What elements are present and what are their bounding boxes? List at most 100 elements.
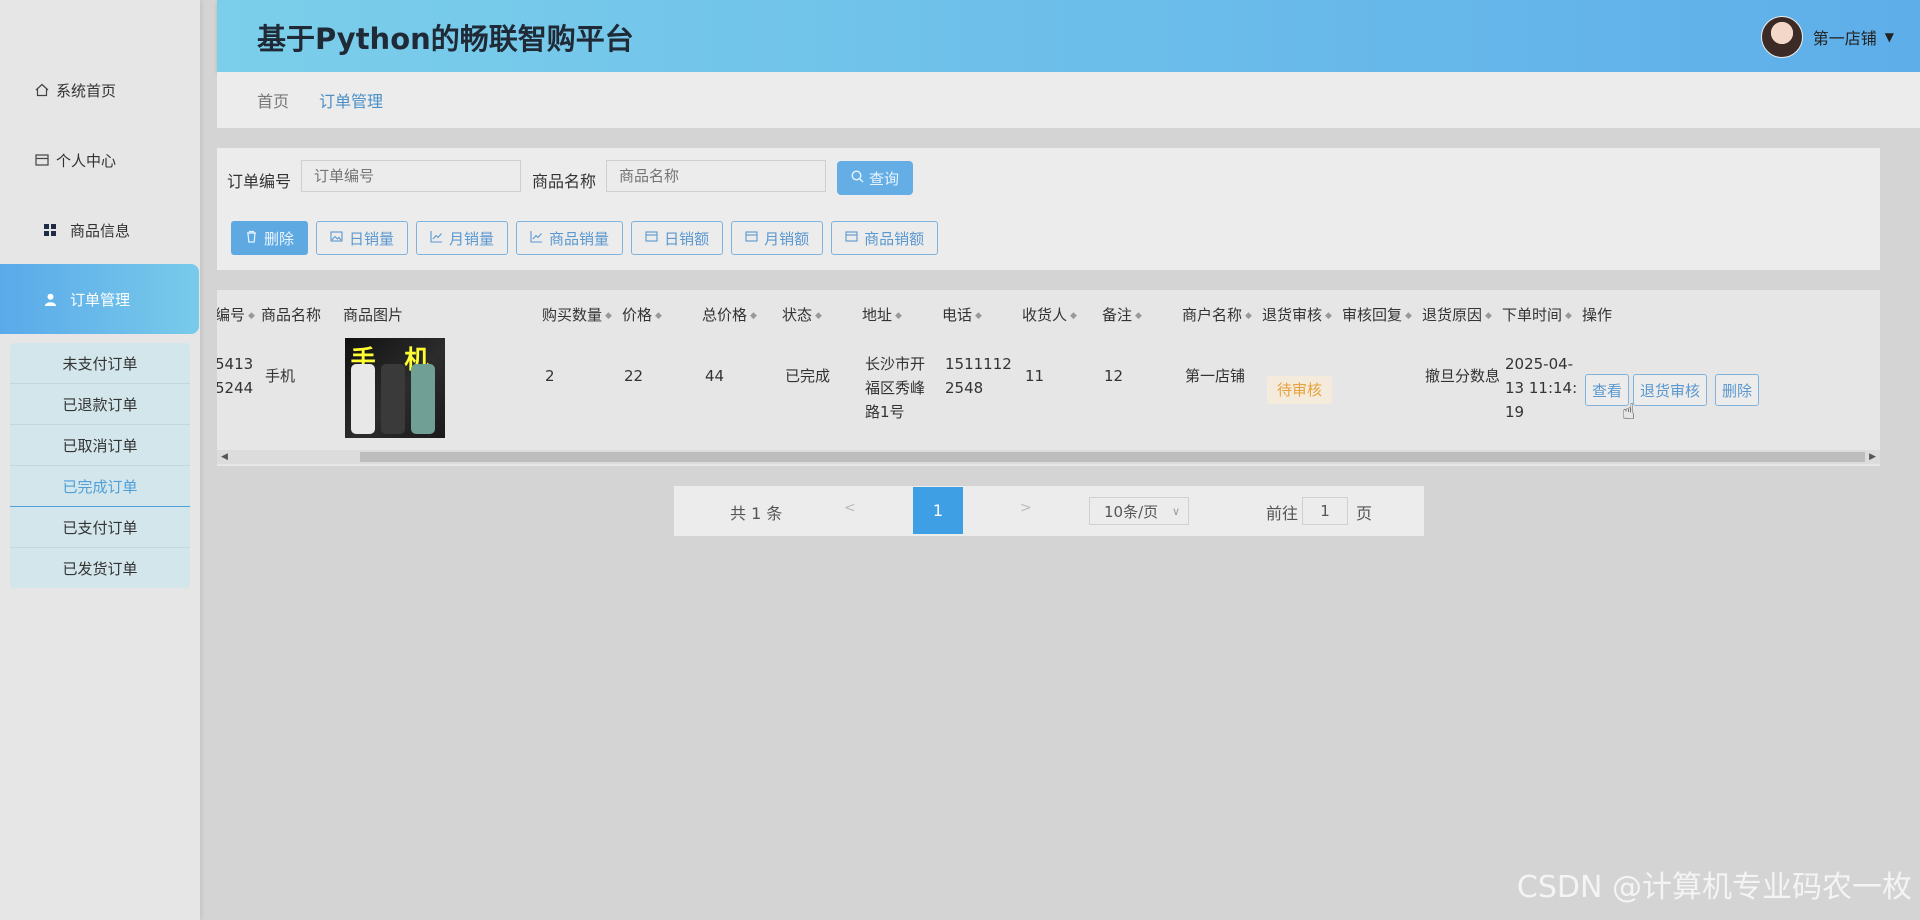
- col-header-total[interactable]: 总价格 ◆: [702, 304, 757, 325]
- sort-icon[interactable]: ◆: [895, 311, 902, 321]
- monthly-revenue-label: 月销额: [764, 229, 810, 248]
- trash-icon: [245, 230, 258, 247]
- user-name: 第一店铺: [1812, 29, 1877, 48]
- page-1-button[interactable]: 1: [913, 487, 963, 534]
- daily-sales-qty-label: 日销量: [349, 229, 395, 248]
- col-header-receiver[interactable]: 收货人 ◆: [1022, 304, 1077, 325]
- monthly-revenue-button[interactable]: 月销额: [731, 221, 824, 255]
- sidebar-item-label: 商品信息: [70, 221, 131, 240]
- product-name-input[interactable]: [606, 160, 826, 192]
- cell-total: 44: [705, 367, 725, 385]
- col-header-status[interactable]: 状态 ◆: [782, 304, 822, 325]
- goto-page-input[interactable]: 1: [1302, 497, 1348, 525]
- goto-label: 前往: [1266, 504, 1299, 523]
- sort-icon[interactable]: ◆: [750, 311, 757, 321]
- col-header-price[interactable]: 价格 ◆: [622, 304, 662, 325]
- col-header-product-name[interactable]: 商品名称: [261, 304, 321, 325]
- submenu-unpaid[interactable]: 未支付订单: [10, 343, 190, 384]
- order-no-label: 订单编号: [227, 172, 292, 191]
- cell-order-no: 5413 5244: [217, 355, 254, 397]
- sidebar-item-label: 系统首页: [56, 81, 117, 100]
- sort-icon[interactable]: ◆: [655, 311, 662, 321]
- app-title: 基于Python的畅联智购平台: [257, 22, 634, 56]
- sort-icon[interactable]: ◆: [1325, 311, 1332, 321]
- return-review-button[interactable]: 退货审核: [1633, 374, 1708, 406]
- line-chart-icon: [530, 230, 543, 247]
- profile-card-icon: [34, 152, 50, 168]
- query-label: 查询: [868, 169, 899, 188]
- sidebar-item-orders[interactable]: 订单管理: [0, 264, 199, 334]
- product-sales-qty-label: 商品销量: [549, 229, 610, 248]
- page-size-value: 10条/页: [1104, 502, 1159, 521]
- user-icon: [42, 291, 58, 307]
- chevron-down-icon: ∨: [1171, 504, 1180, 518]
- phone-shape: [381, 364, 405, 434]
- prev-page-icon[interactable]: <: [844, 500, 856, 516]
- line-chart-icon: [430, 230, 443, 247]
- sidebar-item-home[interactable]: 系统首页: [0, 55, 200, 125]
- sidebar-item-profile[interactable]: 个人中心: [0, 125, 200, 195]
- pagination-total: 共 1 条: [730, 504, 783, 523]
- cell-price: 22: [624, 367, 644, 385]
- daily-sales-qty-button[interactable]: 日销量: [316, 221, 409, 255]
- picture-icon: [330, 230, 343, 247]
- page-size-select[interactable]: 10条/页 ∨: [1089, 497, 1189, 525]
- horizontal-scrollbar[interactable]: ◀ ▶: [217, 450, 1880, 464]
- product-revenue-label: 商品销额: [864, 229, 925, 248]
- col-header-order-time[interactable]: 下单时间 ◆: [1502, 304, 1572, 325]
- product-name-label: 商品名称: [532, 172, 597, 191]
- phone-shape: [411, 364, 435, 434]
- col-header-return-reason[interactable]: 退货原因 ◆: [1422, 304, 1492, 325]
- wallet-icon: [645, 230, 658, 247]
- scroll-left-icon[interactable]: ◀: [221, 450, 228, 464]
- breadcrumb-current: 订单管理: [319, 92, 384, 111]
- sort-icon[interactable]: ◆: [605, 311, 612, 321]
- scroll-right-icon[interactable]: ▶: [1869, 450, 1876, 464]
- submenu-paid[interactable]: 已支付订单: [10, 507, 190, 548]
- sort-icon[interactable]: ◆: [1565, 311, 1572, 321]
- cell-product-name: 手机: [265, 367, 296, 385]
- col-header-review-reply[interactable]: 审核回复 ◆: [1342, 304, 1412, 325]
- sort-icon[interactable]: ◆: [815, 311, 822, 321]
- product-sales-qty-button[interactable]: 商品销量: [516, 221, 624, 255]
- product-revenue-button[interactable]: 商品销额: [831, 221, 939, 255]
- col-header-merchant[interactable]: 商户名称 ◆: [1182, 304, 1252, 325]
- cell-address: 长沙市开 福区秀峰 路1号: [865, 355, 926, 421]
- sidebar-item-label: 订单管理: [70, 290, 131, 309]
- daily-revenue-button[interactable]: 日销额: [631, 221, 724, 255]
- submenu-cancelled[interactable]: 已取消订单: [10, 425, 190, 466]
- col-header-note[interactable]: 备注 ◆: [1102, 304, 1142, 325]
- sort-icon[interactable]: ◆: [1135, 311, 1142, 321]
- delete-button[interactable]: 删除: [231, 221, 309, 255]
- sort-icon[interactable]: ◆: [1485, 311, 1492, 321]
- orders-submenu: 未支付订单 已退款订单 已取消订单 已完成订单 已支付订单 已发货订单: [10, 343, 190, 588]
- pagination: 共 1 条 < 1 > 10条/页 ∨ 前往 1 页: [674, 486, 1424, 536]
- col-header-quantity[interactable]: 购买数量 ◆: [542, 304, 612, 325]
- sort-icon[interactable]: ◆: [1070, 311, 1077, 321]
- breadcrumb-home[interactable]: 首页: [257, 88, 289, 112]
- sidebar-item-products[interactable]: 商品信息: [0, 195, 200, 265]
- sort-icon[interactable]: ◆: [1245, 311, 1252, 321]
- submenu-completed[interactable]: 已完成订单: [10, 466, 190, 507]
- col-header-order-no[interactable]: 编号 ◆: [217, 304, 255, 325]
- submenu-refunded[interactable]: 已退款订单: [10, 384, 190, 425]
- monthly-sales-qty-button[interactable]: 月销量: [416, 221, 509, 255]
- submenu-shipped[interactable]: 已发货订单: [10, 548, 190, 588]
- order-no-input[interactable]: [301, 160, 521, 192]
- col-header-address[interactable]: 地址 ◆: [862, 304, 902, 325]
- row-delete-button[interactable]: 删除: [1715, 374, 1760, 406]
- col-header-phone[interactable]: 电话 ◆: [942, 304, 982, 325]
- sort-icon[interactable]: ◆: [975, 311, 982, 321]
- query-button[interactable]: 查询: [837, 161, 913, 195]
- col-header-return-review[interactable]: 退货审核 ◆: [1262, 304, 1332, 325]
- top-header: 基于Python的畅联智购平台 第一店铺 ▼: [217, 0, 1920, 72]
- cell-phone: 1511112 2548: [945, 355, 1012, 397]
- scrollbar-thumb[interactable]: [360, 452, 1865, 462]
- cell-merchant: 第一店铺: [1185, 367, 1246, 385]
- mouse-pointer-icon: ☝: [1622, 400, 1636, 425]
- home-icon: [34, 82, 50, 98]
- user-menu[interactable]: 第一店铺 ▼: [1760, 16, 1894, 58]
- sort-icon[interactable]: ◆: [1405, 311, 1412, 321]
- next-page-icon[interactable]: >: [1020, 500, 1032, 516]
- sort-icon[interactable]: ◆: [248, 311, 255, 321]
